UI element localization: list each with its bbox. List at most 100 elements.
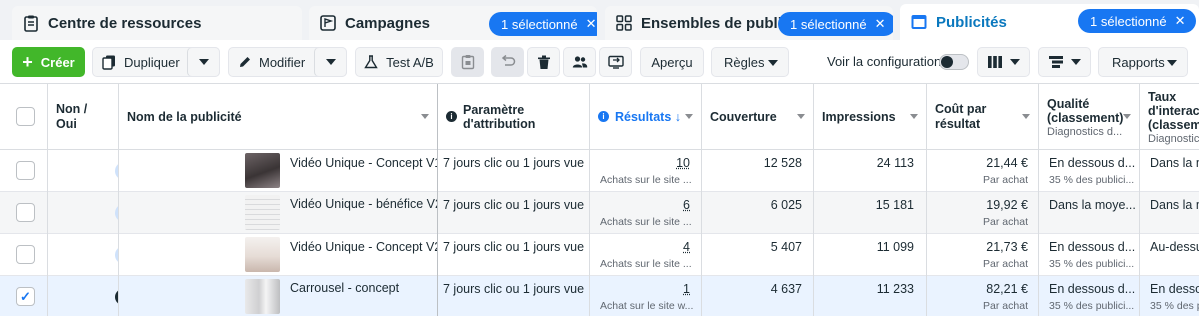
view-config-toggle[interactable] bbox=[939, 54, 969, 70]
close-icon[interactable]: ✕ bbox=[875, 16, 886, 32]
results-value[interactable]: 6 bbox=[683, 198, 690, 212]
columns-button[interactable] bbox=[977, 47, 1030, 77]
impressions-value: 11 099 bbox=[876, 240, 914, 254]
column-header-attribution[interactable]: i Paramètre d'attribution bbox=[438, 84, 590, 150]
results-value[interactable]: 4 bbox=[683, 240, 690, 254]
info-icon[interactable]: i bbox=[598, 111, 609, 122]
reach-value: 4 637 bbox=[770, 282, 802, 296]
audience-button[interactable] bbox=[563, 47, 596, 77]
tab-ads[interactable]: Publicités 1 sélectionné ✕ bbox=[900, 4, 1199, 40]
people-icon bbox=[572, 56, 587, 68]
delete-button[interactable] bbox=[527, 47, 560, 77]
column-header-impressions[interactable]: Impressions bbox=[814, 84, 927, 150]
attribution-value: 7 jours clic ou 1 jours vue bbox=[443, 282, 585, 296]
selection-badge[interactable]: 1 sélectionné ✕ bbox=[778, 12, 893, 36]
frozen-column-divider[interactable] bbox=[437, 84, 438, 316]
ad-name[interactable]: Vidéo Unique - Concept V1 Long bbox=[290, 156, 437, 170]
reach-value: 6 025 bbox=[770, 198, 802, 212]
ad-thumbnail[interactable] bbox=[245, 195, 280, 230]
ad-name-cell[interactable]: Vidéo Unique - bénéfice V2 bbox=[119, 192, 438, 234]
cost-value: 19,92 € bbox=[986, 198, 1028, 212]
duplicate-label: Dupliquer bbox=[124, 54, 180, 70]
info-icon[interactable]: i bbox=[446, 111, 457, 122]
caret-down-icon bbox=[198, 59, 209, 65]
column-header-engagement[interactable]: Taux d'interaction (classement) Diagnost… bbox=[1140, 84, 1199, 150]
ad-thumbnail[interactable] bbox=[245, 153, 280, 188]
tab-ad-sets[interactable]: Ensembles de publicités 1 sélectionné ✕ bbox=[605, 6, 893, 40]
paste-button[interactable] bbox=[451, 47, 484, 77]
duplicate-dropdown[interactable] bbox=[187, 47, 220, 77]
engagement-value: En desso bbox=[1150, 282, 1199, 296]
caret-down-icon bbox=[325, 59, 336, 65]
ad-name[interactable]: Vidéo Unique - bénéfice V2 bbox=[290, 197, 437, 211]
sort-caret-icon[interactable] bbox=[910, 114, 918, 119]
ad-name[interactable]: Carrousel - concept bbox=[290, 281, 399, 295]
caret-down-icon bbox=[1009, 59, 1020, 65]
row-checkbox[interactable] bbox=[16, 203, 35, 222]
row-checkbox[interactable] bbox=[16, 245, 35, 264]
results-value[interactable]: 10 bbox=[676, 156, 690, 170]
table-row[interactable]: Vidéo Unique - Concept V1 Long 7 jours c… bbox=[0, 150, 1199, 192]
column-header-on-off[interactable]: Non / Oui bbox=[48, 84, 119, 150]
undo-button[interactable] bbox=[491, 47, 524, 77]
row-checkbox[interactable] bbox=[16, 161, 35, 180]
column-header-reach[interactable]: Couverture bbox=[702, 84, 814, 150]
column-header-quality[interactable]: Qualité (classement) Diagnostics d... bbox=[1039, 84, 1140, 150]
ad-thumbnail[interactable] bbox=[245, 237, 280, 272]
column-header-cost-per-result[interactable]: Coût par résultat bbox=[927, 84, 1039, 150]
selection-badge[interactable]: 1 sélectionné ✕ bbox=[489, 12, 597, 36]
sort-caret-icon[interactable] bbox=[797, 114, 805, 119]
column-header-results[interactable]: i Résultats ↓ bbox=[590, 84, 702, 150]
reports-button[interactable]: Rapports bbox=[1098, 47, 1188, 77]
close-icon[interactable]: ✕ bbox=[1175, 13, 1186, 29]
tab-campaigns[interactable]: Campagnes 1 sélectionné ✕ bbox=[309, 6, 597, 40]
select-all-checkbox[interactable] bbox=[16, 107, 35, 126]
table-row[interactable]: Vidéo Unique - Concept V2 court 7 jours … bbox=[0, 234, 1199, 276]
table-row[interactable]: ✓ Carrousel - concept 7 jours clic ou 1 … bbox=[0, 276, 1199, 316]
trash-icon bbox=[537, 55, 550, 69]
ad-thumbnail[interactable] bbox=[245, 279, 280, 314]
cost-value: 21,44 € bbox=[986, 156, 1028, 170]
results-value[interactable]: 1 bbox=[683, 282, 690, 296]
cost-unit: Par achat bbox=[983, 174, 1028, 186]
view-config-label: Voir la configuration bbox=[827, 54, 942, 69]
column-header-ad-name[interactable]: Nom de la publicité bbox=[119, 84, 438, 150]
column-label: Résultats ↓ bbox=[615, 109, 681, 124]
ab-test-button[interactable]: Test A/B bbox=[355, 47, 443, 77]
ad-swap-icon bbox=[607, 55, 624, 69]
ad-name-cell[interactable]: Carrousel - concept bbox=[119, 276, 438, 316]
column-label: Qualité (classement) bbox=[1047, 97, 1124, 125]
sort-caret-icon[interactable] bbox=[1022, 114, 1030, 119]
table-row[interactable]: Vidéo Unique - bénéfice V2 7 jours clic … bbox=[0, 192, 1199, 234]
create-button[interactable]: + Créer bbox=[12, 47, 85, 77]
columns-icon bbox=[987, 56, 1002, 68]
impressions-value: 15 181 bbox=[875, 198, 914, 212]
toolbar: + Créer Dupliquer Modifier Test A/B Aper… bbox=[0, 40, 1199, 84]
close-icon[interactable]: ✕ bbox=[586, 16, 597, 32]
grid-icon bbox=[616, 15, 632, 31]
select-all-cell bbox=[0, 84, 48, 150]
column-label: Couverture bbox=[710, 109, 777, 124]
badge-label: 1 sélectionné bbox=[1090, 13, 1167, 29]
column-label: Paramètre d'attribution bbox=[463, 102, 536, 131]
sort-caret-icon[interactable] bbox=[1123, 114, 1131, 119]
selection-badge[interactable]: 1 sélectionné ✕ bbox=[1078, 9, 1196, 33]
badge-label: 1 sélectionné bbox=[501, 16, 578, 32]
ad-preview-button[interactable] bbox=[599, 47, 632, 77]
edit-dropdown[interactable] bbox=[314, 47, 347, 77]
sort-caret-icon[interactable] bbox=[685, 114, 693, 119]
ad-name-cell[interactable]: Vidéo Unique - Concept V1 Long bbox=[119, 150, 438, 192]
reach-value: 5 407 bbox=[770, 240, 802, 254]
row-checkbox[interactable]: ✓ bbox=[16, 287, 35, 306]
cost-unit: Par achat bbox=[983, 216, 1028, 228]
results-type: Achats sur le site ... bbox=[600, 258, 692, 270]
sort-caret-icon[interactable] bbox=[421, 114, 429, 119]
cost-unit: Par achat bbox=[983, 258, 1028, 270]
ad-name-cell[interactable]: Vidéo Unique - Concept V2 court bbox=[119, 234, 438, 276]
preview-button[interactable]: Aperçu bbox=[640, 47, 704, 77]
tab-resource-center[interactable]: Centre de ressources bbox=[12, 6, 302, 40]
preview-label: Aperçu bbox=[651, 54, 693, 70]
ad-name[interactable]: Vidéo Unique - Concept V2 court bbox=[290, 240, 437, 254]
rules-button[interactable]: Règles bbox=[711, 47, 789, 77]
breakdown-button[interactable] bbox=[1038, 47, 1091, 77]
